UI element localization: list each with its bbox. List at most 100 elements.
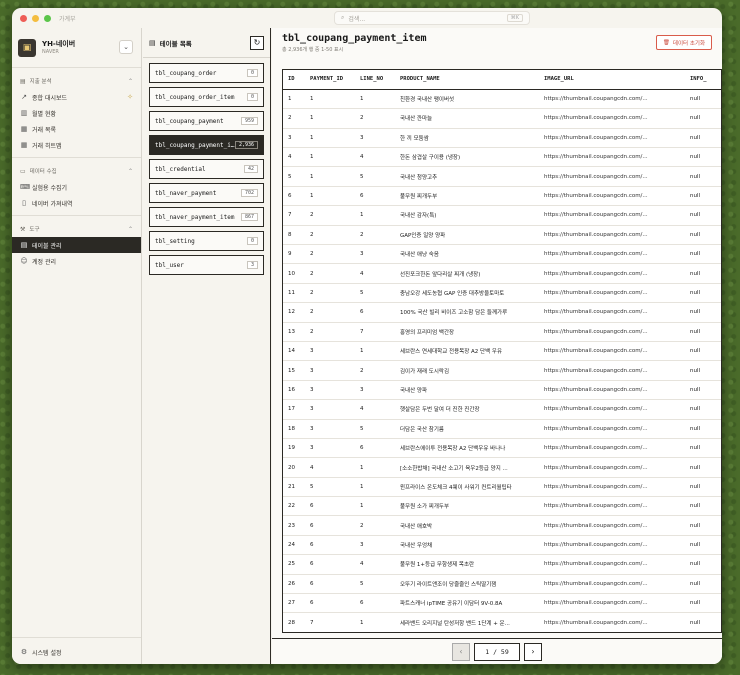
sidebar-item-naver-import[interactable]: ▯ 네이버 가져내역 bbox=[12, 195, 141, 211]
table-cell: 파트스캐너 ipTIME 공유기 이담터 9V-0.8A bbox=[395, 593, 539, 614]
sidebar-item-account-manager[interactable]: ☺ 계정 관리 bbox=[12, 253, 141, 269]
table-cell: 1 bbox=[283, 89, 305, 110]
chevron-up-icon: ⌃ bbox=[127, 77, 133, 85]
table-cell: null bbox=[685, 574, 721, 595]
sidebar-item-system-settings[interactable]: ⚙ 시스템 설정 bbox=[12, 644, 141, 660]
table-list-item[interactable]: tbl_credential 42 bbox=[149, 159, 264, 179]
table-row[interactable]: 16 3 3 국내산 양파 https://thumbnail.coupangcdn.c… bbox=[283, 380, 721, 401]
nav-group-collection[interactable]: ▭ 데이터 수집 ⌃ bbox=[12, 162, 141, 179]
table-row[interactable]: 12 2 6 100% 국산 빌리 비이즈 고소함 담은 들께가루 https://th… bbox=[283, 302, 721, 323]
column-header[interactable]: LINE_NO bbox=[355, 70, 395, 90]
table-name: tbl_coupang_payment_item bbox=[155, 141, 235, 149]
data-table-container[interactable]: ID PAYMENT_ID LINE_NO PRODUCT_NAME IMAGE_URL… bbox=[282, 69, 722, 633]
table-cell: 17 bbox=[283, 399, 305, 420]
gear-icon: ⚙ bbox=[20, 648, 28, 656]
table-row[interactable]: 11 2 5 충남오강 세도농협 GAP 인증 대추방울토마토 https://thum… bbox=[283, 283, 721, 304]
table-row[interactable]: 5 1 5 국내산 청양고추 https://thumbnail.coupangcdn.… bbox=[283, 166, 721, 187]
table-list-item[interactable]: tbl_user 3 bbox=[149, 255, 264, 275]
sidebar-item-table-manager[interactable]: ▤ 테이블 관리 bbox=[12, 237, 141, 253]
table-cell: 국내산 깐마늘 bbox=[395, 108, 539, 129]
maximize-window-button[interactable] bbox=[44, 14, 51, 22]
column-header[interactable]: INFO_ bbox=[685, 70, 721, 90]
table-cell: 5 bbox=[355, 166, 395, 187]
table-row[interactable]: 28 7 1 세라밴드 오리지널 탄성저항 밴드 1단계 + 운... https://… bbox=[283, 612, 721, 632]
sidebar-item-collector[interactable]: ⌨ 실험용 수집기 bbox=[12, 179, 141, 195]
table-row[interactable]: 27 6 6 파트스캐너 ipTIME 공유기 이담터 9V-0.8A https://… bbox=[283, 593, 721, 614]
table-cell: 3 bbox=[305, 360, 355, 381]
table-cell: 1 bbox=[305, 108, 355, 129]
table-list-item[interactable]: tbl_setting 0 bbox=[149, 231, 264, 251]
table-cell: 국내산 애호박 bbox=[395, 515, 539, 536]
table-cell: 1 bbox=[355, 612, 395, 632]
table-row[interactable]: 25 6 4 풀무원 1+등급 무항생제 목초란 https://thumbnail.c… bbox=[283, 554, 721, 575]
account-switcher[interactable]: ▣ YH-네이버 NAVER ⌄ bbox=[18, 35, 135, 60]
table-cell: 오뚜기 라이트앤조이 당줄줄인 스틱딸기잼 bbox=[395, 574, 539, 595]
table-cell: 6 bbox=[305, 496, 355, 517]
table-row[interactable]: 7 2 1 국내산 감자(특) https://thumbnail.coupangcdn… bbox=[283, 205, 721, 226]
table-list-item[interactable]: tbl_naver_payment_item 867 bbox=[149, 207, 264, 227]
table-row[interactable]: 8 2 2 GAP인증 일양 양파 https://thumbnail.coupangc… bbox=[283, 225, 721, 246]
search-icon: ⌕ bbox=[341, 14, 345, 21]
table-cell: [애덜코벤] 통5중 루페 럭펜 28cm (미러) ... bbox=[395, 632, 539, 633]
table-list-item[interactable]: tbl_coupang_order_item 0 bbox=[149, 87, 264, 107]
table-cell: https://thumbnail.coupangcdn.com/... bbox=[539, 128, 685, 149]
table-cell: 20 bbox=[283, 457, 305, 478]
table-row[interactable]: 26 6 5 오뚜기 라이트앤조이 당줄줄인 스틱딸기잼 https://thumbna… bbox=[283, 574, 721, 595]
star-icon[interactable]: ✧ bbox=[127, 93, 133, 101]
table-cell: https://thumbnail.coupangcdn.com/... bbox=[539, 457, 685, 478]
table-list-item[interactable]: tbl_naver_payment 702 bbox=[149, 183, 264, 203]
table-row[interactable]: 10 2 4 선진포크한돈 앞다리살 찌개 (냉장) https://thumbnail… bbox=[283, 263, 721, 284]
column-header[interactable]: PAYMENT_ID bbox=[305, 70, 355, 90]
table-cell: 국내산 청양고추 bbox=[395, 166, 539, 187]
table-row[interactable]: 21 5 1 윈프라이스 온도체크 4웨이 사워기 컨트리월팁타 https://thu… bbox=[283, 477, 721, 498]
nav-group-analysis[interactable]: ▤ 지출 분석 ⌃ bbox=[12, 72, 141, 89]
refresh-button[interactable]: ↻ bbox=[250, 35, 264, 50]
close-window-button[interactable] bbox=[20, 14, 27, 22]
column-header[interactable]: IMAGE_URL bbox=[539, 70, 685, 90]
table-row[interactable]: 18 3 5 더담은 국산 참기름 https://thumbnail.coupangc… bbox=[283, 419, 721, 439]
table-row[interactable]: 13 2 7 홍영의 프리미엄 백간장 https://thumbnail.coupan… bbox=[283, 322, 721, 342]
table-row[interactable]: 2 1 2 국내산 깐마늘 https://thumbnail.coupangcdn.c… bbox=[283, 108, 721, 129]
table-row[interactable]: 9 2 3 국내산 애냥 숙음 https://thumbnail.coupangcdn… bbox=[283, 244, 721, 265]
table-row[interactable]: 24 6 3 국내산 우엉채 https://thumbnail.coupangcdn.… bbox=[283, 535, 721, 556]
table-row[interactable]: 1 1 1 친환경 국내산 팽이버섯 https://thumbnail.coupang… bbox=[283, 89, 721, 110]
table-cell: 10 bbox=[283, 263, 305, 284]
table-row[interactable]: 22 6 1 풀무원 소가 찌개두부 https://thumbnail.coupang… bbox=[283, 496, 721, 517]
table-row[interactable]: 23 6 2 국내산 애호박 https://thumbnail.coupangcdn.… bbox=[283, 515, 721, 536]
table-cell: null bbox=[685, 380, 721, 401]
search-input[interactable]: ⌕ 검색... ⌘K bbox=[334, 11, 530, 25]
table-body: 1 1 1 친환경 국내산 팽이버섯 https://thumbnail.coupang… bbox=[283, 89, 722, 633]
sidebar-item-monthly[interactable]: ▥ 월별 현황 bbox=[12, 105, 141, 121]
reset-data-button[interactable]: 🗑 데이터 초기화 bbox=[655, 35, 712, 50]
table-row[interactable]: 4 1 4 한돈 삼겹살 구이용 (냉장) https://thumbnail.coup… bbox=[283, 147, 721, 168]
column-header[interactable]: ID bbox=[283, 70, 305, 90]
table-cell: 2 bbox=[305, 263, 355, 284]
prev-page-button[interactable]: ‹ bbox=[452, 642, 470, 661]
table-row[interactable]: 15 3 2 김이가 재래 도시락김 https://thumbnail.coupang… bbox=[283, 360, 721, 381]
table-row[interactable]: 14 3 1 세브란스 연세대학교 전용목장 A2 단백 우유 https://thum… bbox=[283, 341, 721, 362]
table-cell: 1 bbox=[305, 89, 355, 110]
table-row[interactable]: 20 4 1 [소소한밥채] 국내산 소고기 육우2등급 양지 ... https://… bbox=[283, 457, 721, 478]
nav-group-tools[interactable]: ⚒ 도구 ⌃ bbox=[12, 220, 141, 237]
table-list-item[interactable]: tbl_coupang_order 0 bbox=[149, 63, 264, 83]
table-row[interactable]: 19 3 6 세브란스에이투 전용목장 A2 단백우유 바나나 https://thum… bbox=[283, 438, 721, 459]
table-row[interactable]: 313한 끼 모둠쌈 https://thumbnail.coupangcdn.c… bbox=[283, 128, 721, 149]
table-cell: 햇살담은 두번 달여 더 진한 진간장 bbox=[395, 399, 539, 420]
table-cell: 2 bbox=[305, 205, 355, 226]
column-header[interactable]: PRODUCT_NAME bbox=[395, 70, 539, 90]
table-list-item[interactable]: tbl_coupang_payment_item 2,936 bbox=[149, 135, 264, 155]
table-row[interactable]: 17 3 4 햇살담은 두번 달여 더 진한 진간장 https://thumbnail… bbox=[283, 399, 721, 420]
table-cell: null bbox=[685, 128, 721, 149]
next-page-button[interactable]: › bbox=[524, 642, 542, 661]
minimize-window-button[interactable] bbox=[32, 14, 39, 22]
title-bar: 가계부 ⌕ 검색... ⌘K bbox=[12, 8, 722, 28]
table-name: tbl_setting bbox=[155, 237, 195, 245]
sidebar-item-heatmap[interactable]: ▦ 거래 히트맵 bbox=[12, 137, 141, 153]
table-row[interactable]: 2981[애덜코벤] 통5중 루페 럭펜 28cm (미러) ...https:… bbox=[283, 632, 722, 633]
table-cell: https://thumbnail.coupangcdn.com/... bbox=[539, 477, 685, 498]
chevron-down-icon[interactable]: ⌄ bbox=[119, 40, 133, 54]
sidebar-item-dashboard[interactable]: ↗ 종합 대시보드 ✧ bbox=[12, 89, 141, 105]
table-row[interactable]: 6 1 6 풀무원 찌개두부 https://thumbnail.coupangcdn.… bbox=[283, 186, 721, 207]
table-list-item[interactable]: tbl_coupang_payment 959 bbox=[149, 111, 264, 131]
sidebar-item-transactions[interactable]: ▦ 거래 목록 bbox=[12, 121, 141, 137]
